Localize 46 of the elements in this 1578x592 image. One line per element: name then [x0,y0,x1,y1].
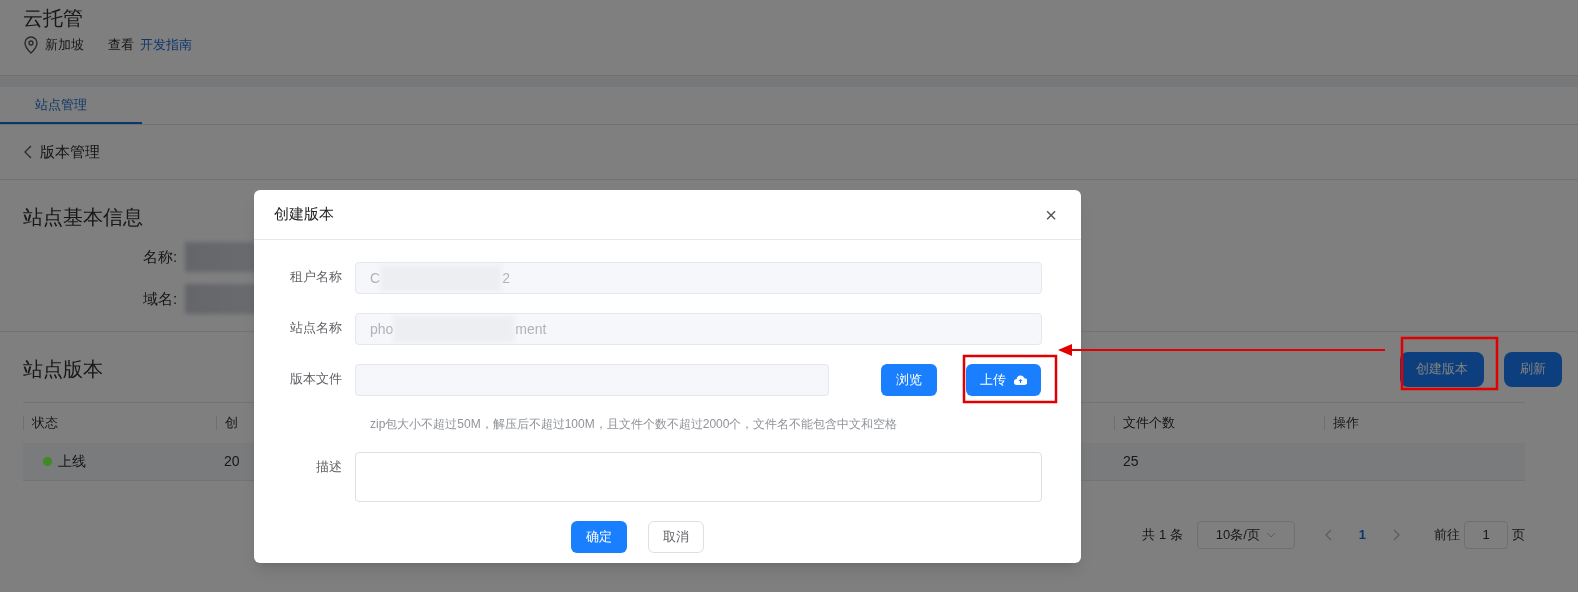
goto-suffix: 页 [1512,526,1525,545]
table-cell: 20 [224,453,240,469]
browse-button[interactable]: 浏览 [881,364,937,396]
next-page-icon[interactable] [1392,529,1400,541]
input-field: pho ment [355,313,1042,345]
total-count: 共 1 条 [1142,526,1183,545]
dialog-title: 创建版本 [274,204,334,225]
back-icon[interactable] [24,145,32,159]
description-field[interactable] [355,452,1042,502]
breadcrumb-title: 版本管理 [40,141,100,162]
refresh-button[interactable]: 刷新 [1504,351,1562,387]
page-input[interactable]: 1 [1464,521,1508,549]
field-label: 版本文件 [289,370,342,387]
create-version-button[interactable]: 创建版本 [1400,351,1484,387]
field-label: 名称: [143,246,179,267]
region-label: 新加坡 [45,36,84,54]
location-icon [23,35,39,54]
page-number[interactable]: 1 [1346,525,1378,545]
previous-page-icon[interactable] [1324,529,1333,541]
input-field: C 2 [355,262,1042,294]
caret-icon [1265,532,1276,538]
column-header: 文件个数 [1114,416,1175,430]
column-header: 操作 [1324,416,1359,430]
status-text: 上线 [58,452,86,471]
column-header: 状态 [23,416,58,430]
field-label: 描述 [315,458,342,475]
hint-text: zip包大小不超过50M，解压后不超过100M，且文件个数不超过2000个，文件名不能包含中文和空格 [370,416,899,433]
upload-button[interactable]: 上传 [966,364,1041,396]
page-title: 云托管 [23,6,84,31]
table-cell: 25 [1123,453,1139,469]
confirm-button[interactable]: 确定 [571,521,627,553]
file-input-field[interactable] [355,364,829,396]
column-header: 创 [216,416,238,430]
field-label: 站点名称 [289,319,342,336]
guide-prefix: 查看 [108,36,134,54]
tab[interactable]: 站点管理 [0,87,142,124]
goto-label: 前往 [1434,526,1460,545]
guide-link[interactable]: 开发指南 [140,35,192,55]
section-title: 站点版本 [23,357,103,382]
cancel-button[interactable]: 取消 [648,521,704,553]
field-label: 租户名称 [289,268,342,285]
page-size-select[interactable]: 10条/页 [1196,521,1295,549]
section-title: 站点基本信息 [23,205,143,230]
field-label: 域名: [143,288,179,309]
cloud-upload-icon [1014,375,1027,385]
close-button[interactable]: × [1041,204,1061,225]
